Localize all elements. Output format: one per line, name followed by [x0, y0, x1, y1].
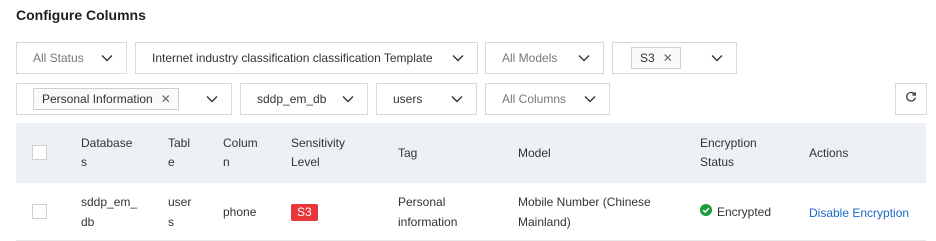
table-filter[interactable]: users: [376, 83, 477, 115]
cell-model: Mobile Number (Chinese Mainland): [518, 195, 651, 229]
database-filter[interactable]: sddp_em_db: [240, 83, 368, 115]
chevron-down-icon: [100, 51, 114, 65]
cell-tag: Personal information: [398, 195, 458, 229]
refresh-icon: [905, 90, 917, 108]
table-row: sddp_em_ db user s phone S3 Personal inform…: [16, 183, 926, 241]
category-tag-label: Personal Information: [42, 92, 153, 106]
models-filter-value: All Models: [502, 51, 558, 65]
models-filter[interactable]: All Models: [485, 42, 604, 74]
cell-column: phone: [223, 205, 257, 219]
header-sensitivity-level: Sensitivity Level: [291, 136, 346, 169]
chevron-down-icon: [583, 92, 597, 106]
close-icon[interactable]: ✕: [663, 52, 673, 64]
check-circle-icon: [700, 202, 712, 222]
chevron-down-icon: [341, 92, 355, 106]
page-title: Configure Columns: [16, 7, 146, 23]
columns-filter-value: All Columns: [502, 92, 567, 106]
table-filter-value: users: [393, 92, 423, 106]
select-all-checkbox[interactable]: [32, 145, 47, 160]
columns-filter[interactable]: All Columns: [485, 83, 610, 115]
category-filter[interactable]: Personal Information ✕: [16, 83, 232, 115]
cell-sensitivity: S3: [291, 202, 318, 222]
header-database: Database s: [81, 136, 133, 169]
database-filter-value: sddp_em_db: [257, 92, 327, 106]
header-actions: Actions: [809, 146, 849, 160]
category-tag: Personal Information ✕: [33, 88, 179, 110]
encryption-status-text: Encrypted: [717, 205, 772, 219]
header-encryption-status: Encryption Status: [700, 136, 757, 169]
level-tag-label: S3: [640, 51, 655, 65]
level-tag: S3 ✕: [631, 47, 681, 69]
chevron-down-icon: [450, 92, 464, 106]
template-filter[interactable]: Internet industry classification classif…: [135, 42, 478, 74]
sensitivity-badge: S3: [291, 204, 318, 221]
chevron-down-icon: [577, 51, 591, 65]
table-header: Database s Tabl e Colum n Sensitivity Level …: [16, 123, 926, 183]
chevron-down-icon: [710, 51, 724, 65]
status-filter[interactable]: All Status: [16, 42, 127, 74]
chevron-down-icon: [451, 51, 465, 65]
chevron-down-icon: [205, 92, 219, 106]
header-column: Colum n: [223, 136, 258, 169]
cell-encryption-status: Encrypted: [700, 202, 771, 222]
header-model: Model: [518, 146, 551, 160]
refresh-button[interactable]: [895, 83, 927, 115]
disable-encryption-link[interactable]: Disable Encryption: [809, 203, 909, 223]
row-checkbox[interactable]: [32, 204, 47, 219]
close-icon[interactable]: ✕: [161, 93, 171, 105]
cell-table: user s: [168, 195, 192, 229]
header-table: Tabl e: [168, 136, 191, 169]
header-tag: Tag: [398, 146, 418, 160]
template-filter-value: Internet industry classification classif…: [152, 51, 433, 65]
cell-database: sddp_em_ db: [81, 195, 138, 229]
level-filter[interactable]: S3 ✕: [612, 42, 737, 74]
status-filter-value: All Status: [33, 51, 84, 65]
